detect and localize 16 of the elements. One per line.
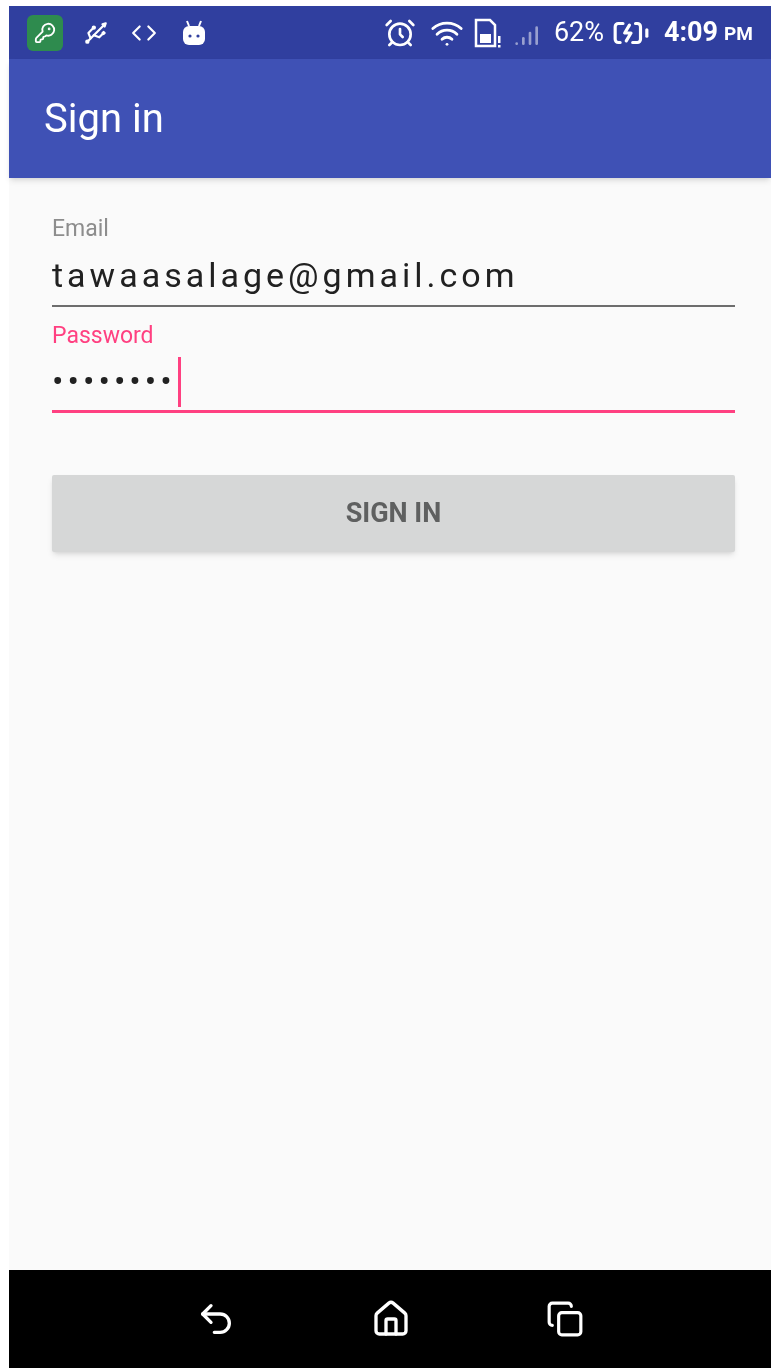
sign-in-button[interactable]: SIGN IN: [52, 475, 735, 552]
sim-card-icon: [473, 17, 502, 48]
app-key-icon: [27, 14, 63, 51]
robot-icon: [181, 18, 207, 47]
battery-percent: 62%: [553, 15, 604, 51]
input-field[interactable]: ••••••••: [52, 353, 735, 413]
clock-time: 4:09: [664, 15, 719, 51]
home-icon[interactable]: [371, 1299, 411, 1339]
text-cursor: [177, 356, 181, 407]
input-field[interactable]: tawaasalage@gmail.com: [52, 246, 735, 307]
field-label: Email: [52, 214, 110, 244]
usb-icon: [83, 19, 109, 46]
app-bar-title: Sign in: [44, 93, 164, 144]
clock-period: PM: [724, 21, 753, 48]
recent-apps-icon[interactable]: [545, 1300, 584, 1338]
field-label: Password: [52, 320, 155, 351]
